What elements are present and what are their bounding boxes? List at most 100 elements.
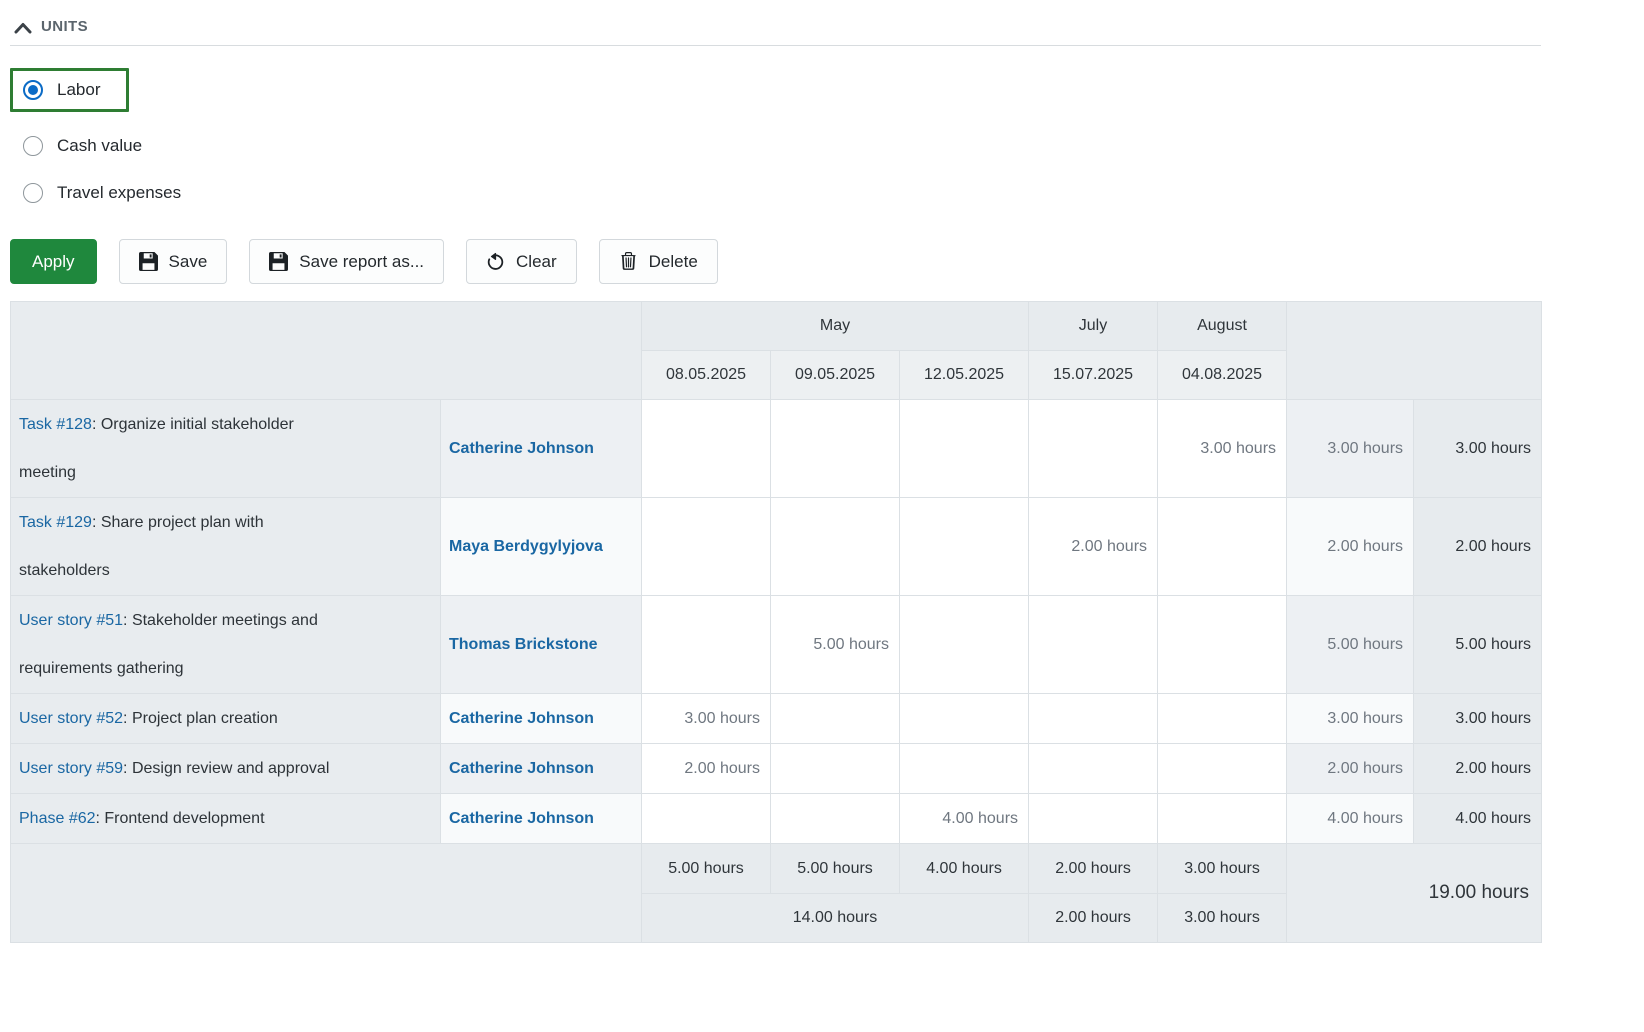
header-right-corner-cell xyxy=(1287,302,1542,400)
units-radio-group: Labor Cash value Travel expenses xyxy=(10,68,1541,203)
person-cell: Catherine Johnson xyxy=(441,794,642,844)
radio-label-labor: Labor xyxy=(57,80,100,100)
save-report-as-button-label: Save report as... xyxy=(299,252,424,272)
radio-unselected-icon xyxy=(23,183,43,203)
task-description: : Stakeholder meetings and xyxy=(123,612,318,629)
table-row: Phase #62: Frontend development Catherin… xyxy=(11,794,1542,844)
task-description: : Frontend development xyxy=(96,810,265,827)
row-subtotal-cell: 2.00 hours xyxy=(1287,498,1414,596)
units-section-title: UNITS xyxy=(41,18,88,35)
delete-button[interactable]: Delete xyxy=(599,239,718,284)
radio-option-cash-value[interactable]: Cash value xyxy=(10,136,1541,156)
floppy-icon xyxy=(139,252,158,271)
table-row: User story #51: Stakeholder meetings and… xyxy=(11,596,1542,694)
person-link[interactable]: Catherine Johnson xyxy=(449,810,594,827)
work-package-link[interactable]: Task #129 xyxy=(19,514,92,531)
radio-option-labor[interactable]: Labor xyxy=(10,68,129,112)
task-cell: Task #129: Share project plan with stakeh… xyxy=(11,498,441,596)
save-button[interactable]: Save xyxy=(119,239,228,284)
month-header-row: May July August xyxy=(11,302,1542,351)
hours-cell: 2.00 hours xyxy=(642,744,771,794)
trash-icon xyxy=(619,252,638,271)
hours-cell xyxy=(900,694,1029,744)
row-subtotal-cell: 2.00 hours xyxy=(1287,744,1414,794)
task-description: : Organize initial stakeholder xyxy=(92,416,294,433)
period-total-cell-may: 14.00 hours xyxy=(642,894,1029,943)
radio-label-cash-value: Cash value xyxy=(57,136,142,156)
daily-total-cell: 3.00 hours xyxy=(1158,844,1287,894)
floppy-icon xyxy=(269,252,288,271)
person-link[interactable]: Catherine Johnson xyxy=(449,760,594,777)
table-row: Task #128: Organize initial stakeholder m… xyxy=(11,400,1542,498)
work-package-link[interactable]: User story #52 xyxy=(19,710,123,727)
person-link[interactable]: Catherine Johnson xyxy=(449,440,594,457)
daily-total-cell: 5.00 hours xyxy=(642,844,771,894)
date-column-header: 09.05.2025 xyxy=(771,351,900,400)
person-link[interactable]: Maya Berdygylyjova xyxy=(449,538,603,555)
hours-cell xyxy=(1029,596,1158,694)
hours-cell: 3.00 hours xyxy=(642,694,771,744)
person-cell: Maya Berdygylyjova xyxy=(441,498,642,596)
month-group-header-may: May xyxy=(642,302,1029,351)
task-description: : Design review and approval xyxy=(123,760,329,777)
units-section-header[interactable]: UNITS xyxy=(10,14,1541,46)
daily-totals-row: 5.00 hours 5.00 hours 4.00 hours 2.00 ho… xyxy=(11,844,1542,894)
undo-icon xyxy=(486,252,505,271)
report-table: May July August 08.05.2025 09.05.2025 12… xyxy=(10,301,1542,943)
hours-cell xyxy=(1029,744,1158,794)
row-total-cell: 4.00 hours xyxy=(1414,794,1542,844)
person-cell: Catherine Johnson xyxy=(441,400,642,498)
row-total-cell: 2.00 hours xyxy=(1414,498,1542,596)
hours-cell xyxy=(900,498,1029,596)
row-total-cell: 3.00 hours xyxy=(1414,400,1542,498)
header-corner-cell xyxy=(11,302,642,400)
hours-cell xyxy=(1158,744,1287,794)
hours-cell xyxy=(1158,694,1287,744)
clear-button[interactable]: Clear xyxy=(466,239,577,284)
radio-option-travel-expenses[interactable]: Travel expenses xyxy=(10,183,1541,203)
hours-cell xyxy=(1029,794,1158,844)
task-cell: User story #52: Project plan creation xyxy=(11,694,441,744)
table-row: User story #52: Project plan creation Ca… xyxy=(11,694,1542,744)
hours-cell xyxy=(771,744,900,794)
daily-total-cell: 4.00 hours xyxy=(900,844,1029,894)
period-total-cell-july: 2.00 hours xyxy=(1029,894,1158,943)
hours-cell xyxy=(771,498,900,596)
work-package-link[interactable]: Phase #62 xyxy=(19,810,96,827)
task-description: : Share project plan with xyxy=(92,514,264,531)
task-cell: User story #51: Stakeholder meetings and… xyxy=(11,596,441,694)
table-row: User story #59: Design review and approv… xyxy=(11,744,1542,794)
month-group-header-july: July xyxy=(1029,302,1158,351)
row-total-cell: 2.00 hours xyxy=(1414,744,1542,794)
task-description-line2: meeting xyxy=(19,449,418,497)
person-link[interactable]: Thomas Brickstone xyxy=(449,636,597,653)
hours-cell xyxy=(642,596,771,694)
chevron-up-icon xyxy=(14,21,32,33)
hours-cell: 3.00 hours xyxy=(1158,400,1287,498)
row-subtotal-cell: 3.00 hours xyxy=(1287,694,1414,744)
date-column-header: 04.08.2025 xyxy=(1158,351,1287,400)
radio-selected-icon xyxy=(23,80,43,100)
radio-label-travel-expenses: Travel expenses xyxy=(57,183,181,203)
row-total-cell: 3.00 hours xyxy=(1414,694,1542,744)
period-total-cell-august: 3.00 hours xyxy=(1158,894,1287,943)
person-cell: Thomas Brickstone xyxy=(441,596,642,694)
task-description-line2: stakeholders xyxy=(19,547,418,595)
report-page: UNITS Labor Cash value Travel expenses A… xyxy=(0,0,1551,943)
row-subtotal-cell: 3.00 hours xyxy=(1287,400,1414,498)
hours-cell xyxy=(771,794,900,844)
task-cell: Phase #62: Frontend development xyxy=(11,794,441,844)
person-link[interactable]: Catherine Johnson xyxy=(449,710,594,727)
apply-button[interactable]: Apply xyxy=(10,239,97,284)
date-column-header: 12.05.2025 xyxy=(900,351,1029,400)
table-row: Task #129: Share project plan with stakeh… xyxy=(11,498,1542,596)
task-cell: User story #59: Design review and approv… xyxy=(11,744,441,794)
work-package-link[interactable]: Task #128 xyxy=(19,416,92,433)
hours-cell: 5.00 hours xyxy=(771,596,900,694)
work-package-link[interactable]: User story #59 xyxy=(19,760,123,777)
hours-cell xyxy=(1158,498,1287,596)
save-report-as-button[interactable]: Save report as... xyxy=(249,239,444,284)
work-package-link[interactable]: User story #51 xyxy=(19,612,123,629)
date-column-header: 15.07.2025 xyxy=(1029,351,1158,400)
hours-cell xyxy=(642,400,771,498)
